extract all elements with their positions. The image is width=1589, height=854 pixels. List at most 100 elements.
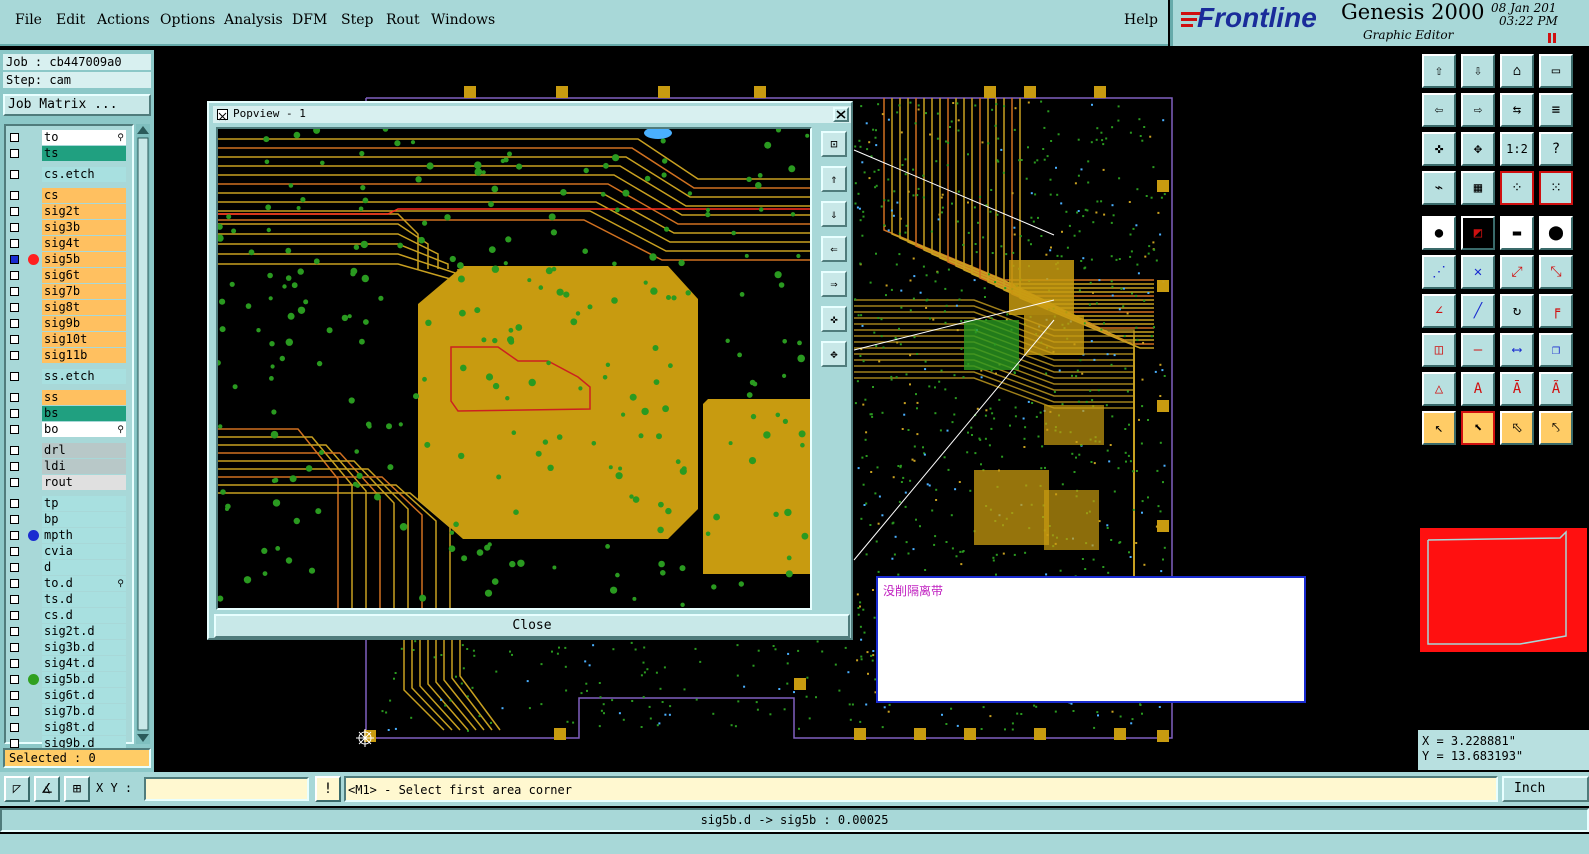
layer-checkbox[interactable] bbox=[10, 531, 19, 540]
circle-icon[interactable]: ⬤ bbox=[1539, 216, 1573, 250]
text-c-icon[interactable]: Ã bbox=[1539, 372, 1573, 406]
popview-titlebar[interactable]: Popview - 1 bbox=[213, 106, 851, 123]
layer-row[interactable]: sig4t bbox=[6, 236, 136, 251]
line-icon[interactable]: ◩ bbox=[1461, 216, 1495, 250]
layer-name[interactable]: rout bbox=[42, 475, 126, 490]
layer-name[interactable]: bs bbox=[42, 406, 126, 421]
layer-checkbox[interactable] bbox=[10, 239, 19, 248]
layer-row[interactable]: sig11b bbox=[6, 348, 136, 363]
pv-right-icon[interactable]: ⇒ bbox=[821, 271, 847, 297]
layer-row[interactable]: to ⚲ bbox=[6, 130, 136, 145]
angle-mode-icon[interactable]: ∡ bbox=[34, 776, 60, 802]
layer-row[interactable]: sig10t bbox=[6, 332, 136, 347]
layer-row[interactable]: mpth bbox=[6, 528, 136, 543]
layer-checkbox[interactable] bbox=[10, 170, 19, 179]
layer-row[interactable]: sig8t bbox=[6, 300, 136, 315]
layer-row[interactable]: to.d ⚲ bbox=[6, 576, 136, 591]
mirror-icon[interactable]: ⟷ bbox=[1500, 333, 1534, 367]
copy-icon[interactable]: ❐ bbox=[1539, 333, 1573, 367]
layer-checkbox[interactable] bbox=[10, 691, 19, 700]
popview-zoom-view[interactable] bbox=[216, 127, 812, 610]
layer-checkbox[interactable] bbox=[10, 643, 19, 652]
layer-checkbox[interactable] bbox=[10, 675, 19, 684]
pv-zoom-out-icon[interactable]: ✥ bbox=[821, 341, 847, 367]
layer-row[interactable]: sig9b bbox=[6, 316, 136, 331]
layer-name[interactable]: cvia bbox=[42, 544, 126, 559]
layer-row[interactable]: sig6t.d bbox=[6, 688, 136, 703]
overview-panel[interactable] bbox=[1420, 528, 1587, 652]
layer-row[interactable]: sig2t.d bbox=[6, 624, 136, 639]
layer-row[interactable]: d bbox=[6, 560, 136, 575]
layer-row[interactable]: sig7b bbox=[6, 284, 136, 299]
pan-left-icon[interactable]: ⇦ bbox=[1422, 93, 1456, 127]
snap-mode-icon[interactable]: ◸ bbox=[4, 776, 30, 802]
select-net-icon[interactable]: ⤣ bbox=[1539, 411, 1573, 445]
layer-name[interactable]: bo ⚲ bbox=[42, 422, 126, 437]
layer-name[interactable]: drl bbox=[42, 443, 126, 458]
layer-name[interactable]: ss.etch bbox=[42, 369, 126, 384]
menu-help[interactable]: Help bbox=[1124, 12, 1158, 28]
layer-row[interactable]: sig8t.d bbox=[6, 720, 136, 735]
pad-icon[interactable]: ● bbox=[1422, 216, 1456, 250]
layer-checkbox[interactable] bbox=[10, 579, 19, 588]
layer-list-scrollbar[interactable] bbox=[136, 124, 150, 744]
layer-row[interactable]: cs.etch bbox=[6, 167, 136, 182]
layer-checkbox[interactable] bbox=[10, 611, 19, 620]
measure-icon[interactable]: ⌁ bbox=[1422, 171, 1456, 205]
layer-row[interactable]: sig2t bbox=[6, 204, 136, 219]
layer-row[interactable]: tp bbox=[6, 496, 136, 511]
pv-fit-icon[interactable]: ⊡ bbox=[821, 131, 847, 157]
layer-checkbox[interactable] bbox=[10, 723, 19, 732]
layer-row[interactable]: sig5b.d bbox=[6, 672, 136, 687]
layer-name[interactable]: cs bbox=[42, 188, 126, 203]
layer-row[interactable]: cs.d bbox=[6, 608, 136, 623]
layer-checkbox[interactable] bbox=[10, 462, 19, 471]
layer-name[interactable]: sig5b bbox=[42, 252, 126, 267]
arc-icon[interactable]: ↻ bbox=[1500, 294, 1534, 328]
layer-checkbox[interactable] bbox=[10, 478, 19, 487]
layer-checkbox[interactable] bbox=[10, 446, 19, 455]
layer-checkbox[interactable] bbox=[10, 393, 19, 402]
slash-icon[interactable]: ╱ bbox=[1461, 294, 1495, 328]
layer-row[interactable]: sig6t bbox=[6, 268, 136, 283]
pan-right-icon[interactable]: ⇨ bbox=[1461, 93, 1495, 127]
layer-row[interactable]: sig3b bbox=[6, 220, 136, 235]
layer-checkbox[interactable] bbox=[10, 271, 19, 280]
grid-icon[interactable]: ▦ bbox=[1461, 171, 1495, 205]
menu-step[interactable]: Step bbox=[341, 12, 373, 28]
window-icon[interactable]: ▭ bbox=[1539, 54, 1573, 88]
layer-row[interactable]: ldi bbox=[6, 459, 136, 474]
window-menu-icon[interactable] bbox=[217, 109, 228, 121]
zoom-ratio-icon[interactable]: 1:2 bbox=[1500, 132, 1534, 166]
pv-left-icon[interactable]: ⇐ bbox=[821, 236, 847, 262]
layer-row[interactable]: sig3b.d bbox=[6, 640, 136, 655]
layer-checkbox[interactable] bbox=[10, 351, 19, 360]
layer-checkbox[interactable] bbox=[10, 133, 19, 142]
zoom-all-icon[interactable]: ✥ bbox=[1461, 132, 1495, 166]
layer-checkbox[interactable] bbox=[10, 499, 19, 508]
select-box-icon[interactable]: ⬉ bbox=[1461, 411, 1495, 445]
layer-checkbox[interactable] bbox=[10, 425, 19, 434]
layer-name[interactable]: sig6t bbox=[42, 268, 126, 283]
pv-up-icon[interactable]: ⇑ bbox=[821, 166, 847, 192]
close-icon[interactable] bbox=[833, 107, 849, 122]
layer-name[interactable]: ldi bbox=[42, 459, 126, 474]
layer-name[interactable]: sig4t bbox=[42, 236, 126, 251]
pv-down-icon[interactable]: ⇓ bbox=[821, 201, 847, 227]
layer-row[interactable]: ts bbox=[6, 146, 136, 161]
grid-mode-icon[interactable]: ⊞ bbox=[64, 776, 90, 802]
layer-row[interactable]: drl bbox=[6, 443, 136, 458]
layer-name[interactable]: cs.etch bbox=[42, 167, 126, 182]
swap-icon[interactable]: ⇆ bbox=[1500, 93, 1534, 127]
pv-zoom-in-icon[interactable]: ✜ bbox=[821, 306, 847, 332]
layer-checkbox[interactable] bbox=[10, 303, 19, 312]
text-a-icon[interactable]: A bbox=[1461, 372, 1495, 406]
triangle-icon[interactable]: △ bbox=[1422, 372, 1456, 406]
text-b-icon[interactable]: Ā bbox=[1500, 372, 1534, 406]
layer-name[interactable]: sig3b.d bbox=[42, 640, 126, 655]
layer-row[interactable]: cs bbox=[6, 188, 136, 203]
layer-name[interactable]: mpth bbox=[42, 528, 126, 543]
layer-checkbox[interactable] bbox=[10, 372, 19, 381]
home-down-icon[interactable]: ⇩ bbox=[1461, 54, 1495, 88]
layer-name[interactable]: sig7b.d bbox=[42, 704, 126, 719]
